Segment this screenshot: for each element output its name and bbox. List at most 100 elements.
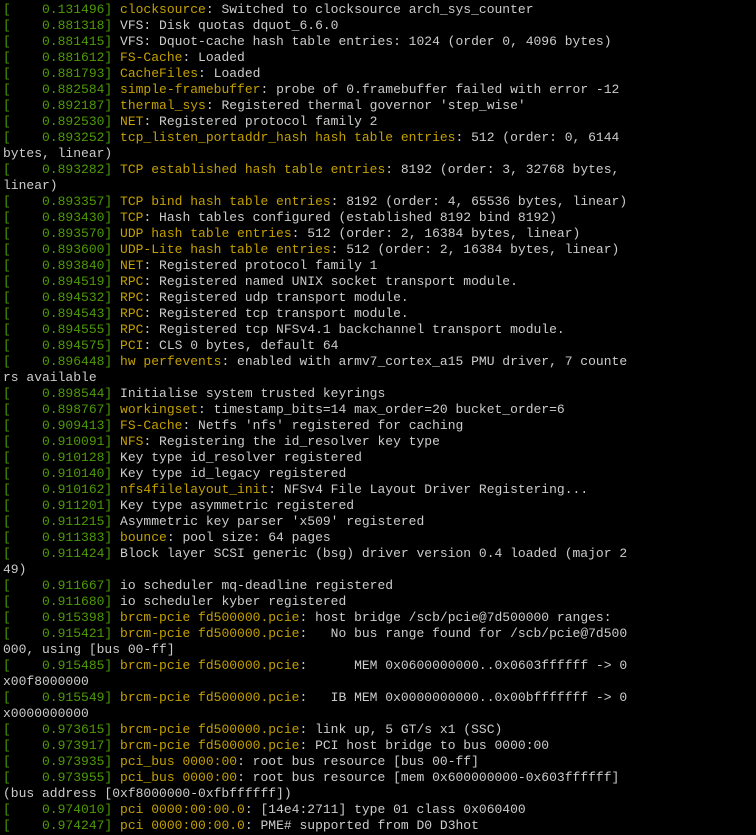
log-timestamp: [ 0.882584]	[3, 82, 121, 97]
log-subsystem: TCP	[120, 210, 144, 225]
log-message: : Registering the id_resolver key type	[143, 434, 440, 449]
log-timestamp: [ 0.893600]	[3, 242, 121, 257]
log-message: : 8192 (order: 3, 32768 bytes,	[385, 162, 620, 177]
log-line: [ 0.893570] UDP hash table entries: 512 …	[3, 226, 756, 242]
log-line: [ 0.131496] clocksource: Switched to clo…	[3, 2, 756, 18]
log-line: x00f8000000	[3, 674, 756, 690]
log-timestamp: [ 0.915549]	[3, 690, 121, 705]
log-message: (bus address [0xf8000000-0xfbffffff])	[3, 786, 292, 801]
log-timestamp: [ 0.893252]	[3, 130, 121, 145]
log-timestamp: [ 0.909413]	[3, 418, 121, 433]
log-subsystem: TCP bind hash table entries	[120, 194, 331, 209]
log-message: : Registered tcp transport module.	[143, 306, 409, 321]
log-subsystem: FS-Cache	[120, 418, 183, 433]
log-line: [ 0.894575] PCI: CLS 0 bytes, default 64	[3, 338, 756, 354]
log-timestamp: [ 0.915485]	[3, 658, 121, 673]
log-message: : host bridge /scb/pcie@7d500000 ranges:	[299, 610, 612, 625]
log-message: Asymmetric key parser 'x509' registered	[120, 514, 425, 529]
log-timestamp: [ 0.892187]	[3, 98, 121, 113]
log-message: : root bus resource [mem 0x600000000-0x6…	[237, 770, 620, 785]
log-message: : link up, 5 GT/s x1 (SSC)	[299, 722, 503, 737]
log-message: 49)	[3, 562, 27, 577]
log-message: VFS: Dquot-cache hash table entries: 102…	[120, 34, 612, 49]
log-timestamp: [ 0.898767]	[3, 402, 121, 417]
log-line: [ 0.909413] FS-Cache: Netfs 'nfs' regist…	[3, 418, 756, 434]
log-message: : Loaded	[182, 50, 245, 65]
terminal-window[interactable]: [ 0.131496] clocksource: Switched to clo…	[0, 0, 756, 835]
log-timestamp: [ 0.893840]	[3, 258, 121, 273]
log-message: : Registered tcp NFSv4.1 backchannel tra…	[143, 322, 565, 337]
log-message: x00f8000000	[3, 674, 89, 689]
log-message: : Registered protocol family 2	[143, 114, 378, 129]
log-subsystem: workingset	[120, 402, 199, 417]
log-timestamp: [ 0.910162]	[3, 482, 121, 497]
log-message: x0000000000	[3, 706, 89, 721]
log-message: : [14e4:2711] type 01 class 0x060400	[244, 802, 526, 817]
log-message: io scheduler mq-deadline registered	[120, 578, 394, 593]
log-message: : IB MEM 0x0000000000..0x00bfffffff -> 0	[299, 690, 628, 705]
log-line: [ 0.894555] RPC: Registered tcp NFSv4.1 …	[3, 322, 756, 338]
log-message: : 512 (order: 0, 6144	[455, 130, 620, 145]
log-timestamp: [ 0.893570]	[3, 226, 121, 241]
log-line: [ 0.915485] brcm-pcie fd500000.pcie: MEM…	[3, 658, 756, 674]
log-line: [ 0.898767] workingset: timestamp_bits=1…	[3, 402, 756, 418]
log-subsystem: brcm-pcie fd500000.pcie	[120, 738, 300, 753]
log-timestamp: [ 0.973955]	[3, 770, 121, 785]
log-timestamp: [ 0.131496]	[3, 2, 121, 17]
log-subsystem: brcm-pcie fd500000.pcie	[120, 626, 300, 641]
log-line: [ 0.893430] TCP: Hash tables configured …	[3, 210, 756, 226]
log-line: [ 0.892187] thermal_sys: Registered ther…	[3, 98, 756, 114]
log-message: : timestamp_bits=14 max_order=20 bucket_…	[198, 402, 565, 417]
log-line: [ 0.910091] NFS: Registering the id_reso…	[3, 434, 756, 450]
log-subsystem: CacheFiles	[120, 66, 199, 81]
log-line: [ 0.894532] RPC: Registered udp transpor…	[3, 290, 756, 306]
log-message: Key type asymmetric registered	[120, 498, 355, 513]
log-subsystem: brcm-pcie fd500000.pcie	[120, 658, 300, 673]
log-line: [ 0.973955] pci_bus 0000:00: root bus re…	[3, 770, 756, 786]
log-line: [ 0.881318] VFS: Disk quotas dquot_6.6.0	[3, 18, 756, 34]
log-message: : root bus resource [bus 00-ff]	[237, 754, 479, 769]
log-timestamp: [ 0.973935]	[3, 754, 121, 769]
log-line: x0000000000	[3, 706, 756, 722]
log-message: rs available	[3, 370, 97, 385]
log-subsystem: RPC	[120, 306, 144, 321]
log-line: [ 0.893282] TCP established hash table e…	[3, 162, 756, 178]
log-message: : 8192 (order: 4, 65536 bytes, linear)	[330, 194, 628, 209]
log-line: 000, using [bus 00-ff]	[3, 642, 756, 658]
log-message: linear)	[3, 178, 58, 193]
log-timestamp: [ 0.892530]	[3, 114, 121, 129]
log-line: [ 0.910128] Key type id_resolver registe…	[3, 450, 756, 466]
log-line: [ 0.893357] TCP bind hash table entries:…	[3, 194, 756, 210]
log-subsystem: pci_bus 0000:00	[120, 754, 238, 769]
log-timestamp: [ 0.881415]	[3, 34, 121, 49]
log-subsystem: brcm-pcie fd500000.pcie	[120, 610, 300, 625]
log-line: [ 0.881612] FS-Cache: Loaded	[3, 50, 756, 66]
log-timestamp: [ 0.910128]	[3, 450, 121, 465]
log-subsystem: pci 0000:00:00.0	[120, 818, 245, 833]
log-message: Key type id_resolver registered	[120, 450, 362, 465]
log-timestamp: [ 0.894575]	[3, 338, 121, 353]
log-timestamp: [ 0.894532]	[3, 290, 121, 305]
log-subsystem: UDP hash table entries	[120, 226, 292, 241]
log-line: [ 0.911680] io scheduler kyber registere…	[3, 594, 756, 610]
log-message: : 512 (order: 2, 16384 bytes, linear)	[330, 242, 620, 257]
log-subsystem: clocksource	[120, 2, 206, 17]
log-subsystem: NET	[120, 114, 144, 129]
log-line: 49)	[3, 562, 756, 578]
log-line: [ 0.973615] brcm-pcie fd500000.pcie: lin…	[3, 722, 756, 738]
log-message: Initialise system trusted keyrings	[120, 386, 386, 401]
log-timestamp: [ 0.911201]	[3, 498, 121, 513]
log-message: VFS: Disk quotas dquot_6.6.0	[120, 18, 339, 33]
log-line: [ 0.892530] NET: Registered protocol fam…	[3, 114, 756, 130]
log-line: [ 0.882584] simple-framebuffer: probe of…	[3, 82, 756, 98]
log-line: [ 0.973917] brcm-pcie fd500000.pcie: PCI…	[3, 738, 756, 754]
log-timestamp: [ 0.911424]	[3, 546, 121, 561]
log-line: bytes, linear)	[3, 146, 756, 162]
log-line: [ 0.911383] bounce: pool size: 64 pages	[3, 530, 756, 546]
log-line: [ 0.881415] VFS: Dquot-cache hash table …	[3, 34, 756, 50]
log-message: : Netfs 'nfs' registered for caching	[182, 418, 464, 433]
log-message: : No bus range found for /scb/pcie@7d500	[299, 626, 628, 641]
log-line: [ 0.881793] CacheFiles: Loaded	[3, 66, 756, 82]
log-timestamp: [ 0.894555]	[3, 322, 121, 337]
log-timestamp: [ 0.893430]	[3, 210, 121, 225]
